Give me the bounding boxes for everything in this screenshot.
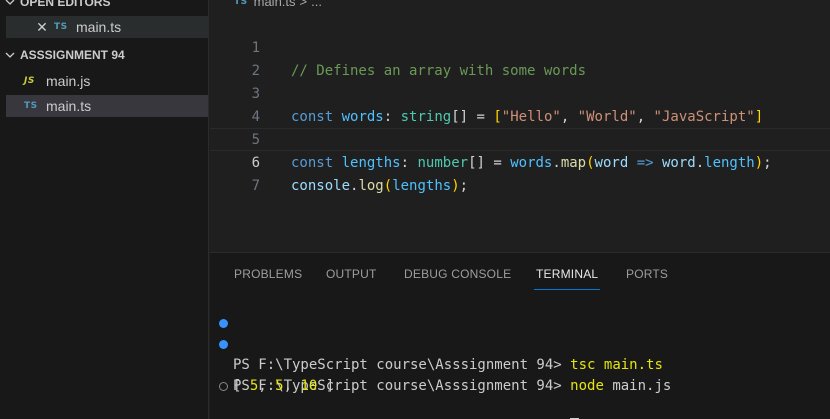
file-label: main.js <box>46 73 91 89</box>
chevron-down-icon <box>0 50 20 60</box>
breadcrumb-separator: > <box>299 0 308 9</box>
terminal-output: [ 5, 5, 10 ] <box>233 378 335 394</box>
explorer-sidebar: OPEN EDITORS ✕ TS main.ts ASSSIGNMENT 94… <box>0 0 209 419</box>
breadcrumb-file[interactable]: main.ts <box>254 0 296 9</box>
code-line[interactable]: 2 <box>210 37 830 79</box>
breadcrumb-rest[interactable]: ... <box>311 0 322 9</box>
terminal-line: PS F:\TypeScript course\Asssignment 94> … <box>210 334 830 394</box>
command-success-icon[interactable] <box>219 340 228 349</box>
open-editors-header[interactable]: OPEN EDITORS <box>0 0 208 13</box>
open-editor-label: main.ts <box>76 19 122 35</box>
code-line[interactable]: 1 // Defines an array with some words <box>210 14 830 79</box>
tab-debug-console[interactable]: DEBUG CONSOLE <box>404 267 511 281</box>
file-item-main-js[interactable]: JS main.js <box>6 70 208 92</box>
code-line[interactable]: 7 <box>210 152 830 194</box>
chevron-down-icon <box>0 0 20 7</box>
code-editor[interactable]: TS main.ts > ... 1 // Defines an array w… <box>210 0 830 252</box>
code-line-current[interactable]: 6 console.log(lengths); <box>210 128 830 194</box>
tab-terminal[interactable]: TERMINAL <box>536 267 598 281</box>
tab-problems[interactable]: PROBLEMS <box>234 267 302 281</box>
command-success-icon[interactable] <box>219 319 228 328</box>
file-item-main-ts[interactable]: TS main.ts <box>6 95 208 117</box>
bottom-panel: PROBLEMS OUTPUT DEBUG CONSOLE TERMINAL P… <box>210 252 830 419</box>
folder-header[interactable]: ASSSIGNMENT 94 <box>0 44 208 66</box>
open-editor-item-main-ts[interactable]: ✕ TS main.ts <box>6 16 208 38</box>
typescript-file-icon: TS <box>24 101 38 111</box>
folder-title: ASSSIGNMENT 94 <box>20 48 125 62</box>
terminal-line[interactable]: PS F:\TypeScript course\Asssignment 94> <box>210 376 830 419</box>
breadcrumb: TS main.ts > ... <box>234 0 322 9</box>
code-line[interactable]: 3 const words: string[] = ["Hello", "Wor… <box>210 60 830 125</box>
open-editors-title: OPEN EDITORS <box>20 0 111 9</box>
code-text: console.log(lengths); <box>291 178 469 194</box>
code-line[interactable]: 5 const lengths: number[] = words.map(wo… <box>210 106 830 171</box>
tab-ports[interactable]: PORTS <box>626 267 668 281</box>
close-icon[interactable]: ✕ <box>30 19 54 36</box>
javascript-file-icon: JS <box>24 76 35 86</box>
active-tab-indicator <box>534 289 600 290</box>
typescript-file-icon: TS <box>234 0 248 7</box>
line-number: 7 <box>251 178 260 194</box>
terminal-line: PS F:\TypeScript course\Asssignment 94> … <box>210 313 830 373</box>
typescript-file-icon: TS <box>54 22 68 32</box>
command-pending-icon <box>219 382 228 391</box>
code-line[interactable]: 4 <box>210 83 830 125</box>
panel-tabs: PROBLEMS OUTPUT DEBUG CONSOLE TERMINAL P… <box>210 253 830 293</box>
tab-output[interactable]: OUTPUT <box>326 267 377 281</box>
file-label: main.ts <box>46 98 92 114</box>
